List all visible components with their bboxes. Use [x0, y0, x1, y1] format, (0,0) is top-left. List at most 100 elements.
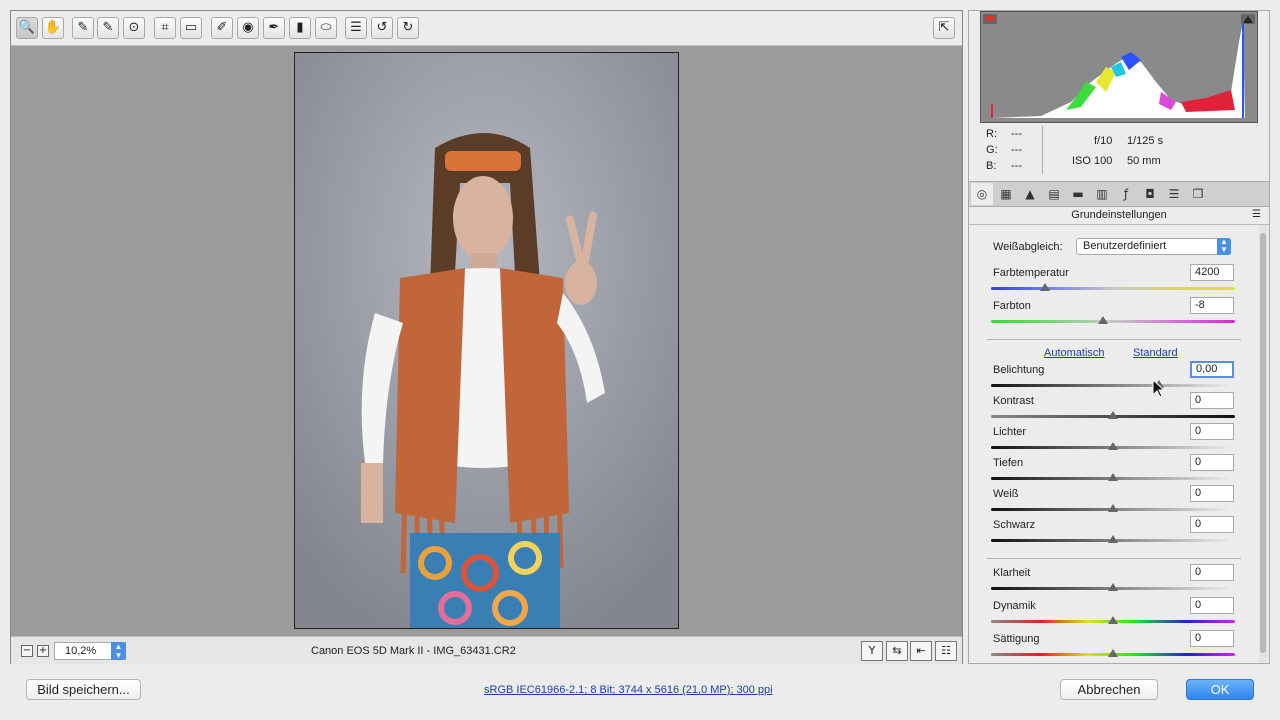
tab-camera-calibration[interactable]: ◘ — [1139, 183, 1161, 205]
zoom-out-button[interactable]: − — [21, 645, 33, 657]
belichtung-label: Belichtung — [993, 364, 1045, 376]
tab-basic[interactable]: ◎ — [971, 183, 993, 205]
copy-icon: ⇤ — [916, 644, 926, 657]
rotate-left-tool-icon: ↺ — [376, 20, 388, 35]
spot-removal-tool-button[interactable]: ✐ — [211, 17, 233, 39]
sliders-icon: ☷ — [941, 644, 951, 657]
lichter-value-field[interactable]: 0 — [1190, 423, 1234, 440]
color-sampler-tool-button[interactable]: ✎ — [97, 17, 119, 39]
wei--value-field[interactable]: 0 — [1190, 485, 1234, 502]
cancel-button[interactable]: Abbrechen — [1060, 679, 1158, 700]
plus-icon: + — [38, 645, 48, 656]
zoom-stepper[interactable]: ▲ ▼ — [111, 642, 126, 660]
dynamik-slider-thumb[interactable] — [1108, 616, 1118, 624]
red-eye-tool-button[interactable]: ◉ — [237, 17, 259, 39]
copy-settings-button[interactable]: ⇤ — [910, 641, 932, 661]
preview-canvas[interactable] — [11, 46, 962, 636]
snapshots-icon: ❐ — [1192, 187, 1204, 201]
tab-effects[interactable]: ƒ — [1115, 183, 1137, 205]
tiefen-label: Tiefen — [993, 457, 1024, 469]
photo-preview[interactable] — [294, 52, 679, 629]
shutter-speed: 1/125 s — [1127, 135, 1164, 147]
kontrast-slider-thumb[interactable] — [1108, 411, 1118, 419]
g-value: --- — [1011, 144, 1022, 156]
focal-length: 50 mm — [1127, 155, 1161, 167]
workflow-options-link[interactable]: sRGB IEC61966-2.1; 8 Bit; 3744 x 5616 (2… — [484, 684, 773, 696]
klarheit-value-field[interactable]: 0 — [1190, 564, 1234, 581]
standard-link[interactable]: Standard — [1133, 347, 1178, 359]
color-sampler-tool-icon: ✎ — [102, 20, 114, 35]
farbton-value-field[interactable]: -8 — [1190, 297, 1234, 314]
crop-tool-button[interactable]: ⌗ — [154, 17, 176, 39]
lichter-slider-thumb[interactable] — [1108, 442, 1118, 450]
adjustment-brush-tool-button[interactable]: ✒ — [263, 17, 285, 39]
auto-link[interactable]: Automatisch — [1044, 347, 1105, 359]
rotate-right-tool-icon: ↻ — [402, 20, 414, 35]
preview-preferences-button[interactable]: ☷ — [935, 641, 957, 661]
farbton-slider-thumb[interactable] — [1098, 316, 1109, 324]
schwarz-slider-thumb[interactable] — [1108, 535, 1118, 543]
dynamik-label: Dynamik — [993, 600, 1036, 612]
klarheit-slider-thumb[interactable] — [1108, 583, 1118, 591]
zoom-tool-icon: 🔍 — [18, 20, 36, 35]
tab-hsl[interactable]: ▤ — [1043, 183, 1065, 205]
farbtemperatur-value-field[interactable]: 4200 — [1190, 264, 1234, 281]
schwarz-value-field[interactable]: 0 — [1190, 516, 1234, 533]
tab-snapshots[interactable]: ❐ — [1187, 183, 1209, 205]
chevron-up-down-icon: ▲ ▼ — [114, 642, 123, 660]
hsl-icon: ▤ — [1048, 187, 1060, 201]
r-value: --- — [1011, 128, 1022, 140]
adjustment-brush-tool-icon: ✒ — [268, 20, 280, 35]
schwarz-label: Schwarz — [993, 519, 1036, 531]
swap-icon: ⇆ — [892, 644, 902, 657]
farbtemperatur-slider[interactable] — [991, 287, 1235, 290]
fullscreen-button[interactable]: ⇱ — [933, 17, 955, 39]
kontrast-value-field[interactable]: 0 — [1190, 392, 1234, 409]
save-image-button[interactable]: Bild speichern... — [26, 679, 141, 700]
s-ttigung-value-field[interactable]: 0 — [1190, 630, 1234, 647]
separator — [987, 339, 1241, 340]
separator — [987, 558, 1241, 559]
wei--slider-thumb[interactable] — [1108, 504, 1118, 512]
panel-scroll-thumb[interactable] — [1260, 233, 1266, 653]
dynamik-value-field[interactable]: 0 — [1190, 597, 1234, 614]
detail-icon: ▲ — [1025, 187, 1035, 201]
tab-split-toning[interactable]: ▬ — [1067, 183, 1089, 205]
preferences-tool-button[interactable]: ☰ — [345, 17, 367, 39]
tiefen-value-field[interactable]: 0 — [1190, 454, 1234, 471]
b-label: B: — [986, 160, 997, 172]
farbtemperatur-slider-thumb[interactable] — [1039, 283, 1050, 291]
tab-tone-curve[interactable]: ▦ — [995, 183, 1017, 205]
graduated-filter-tool-icon: ▮ — [296, 20, 304, 35]
histogram-graph — [981, 12, 1257, 122]
zoom-tool-button[interactable]: 🔍 — [16, 17, 38, 39]
zoom-in-button[interactable]: + — [37, 645, 49, 657]
hand-tool-button[interactable]: ✋ — [42, 17, 64, 39]
rotate-right-tool-button[interactable]: ↻ — [397, 17, 419, 39]
ok-button[interactable]: OK — [1186, 679, 1254, 700]
tiefen-slider-thumb[interactable] — [1108, 473, 1118, 481]
tab-lens[interactable]: ▥ — [1091, 183, 1113, 205]
rotate-left-tool-button[interactable]: ↺ — [371, 17, 393, 39]
crop-tool-icon: ⌗ — [161, 20, 169, 35]
straighten-tool-button[interactable]: ▭ — [180, 17, 202, 39]
fullscreen-icon: ⇱ — [938, 20, 950, 35]
tab-presets[interactable]: ☰ — [1163, 183, 1185, 205]
white-balance-select[interactable]: Benutzerdefiniert — [1076, 238, 1231, 255]
belichtung-slider[interactable] — [991, 384, 1235, 387]
graduated-filter-tool-button[interactable]: ▮ — [289, 17, 311, 39]
radial-filter-tool-button[interactable]: ⬭ — [315, 17, 337, 39]
b-value: --- — [1011, 160, 1022, 172]
farbton-slider[interactable] — [991, 320, 1235, 323]
white-balance-tool-button[interactable]: ✎ — [72, 17, 94, 39]
aperture-icon: ◎ — [976, 187, 988, 201]
view-toggle-button[interactable]: Y — [861, 641, 883, 661]
file-name: Canon EOS 5D Mark II - IMG_63431.CR2 — [311, 645, 516, 657]
tab-detail[interactable]: ▲ — [1019, 183, 1041, 205]
white-balance-stepper[interactable]: ▲ ▼ — [1217, 238, 1231, 255]
panel-menu-icon[interactable]: ☰ — [1252, 209, 1261, 220]
s-ttigung-slider-thumb[interactable] — [1108, 649, 1118, 657]
belichtung-value-field[interactable]: 0,00 — [1190, 361, 1234, 378]
swap-settings-button[interactable]: ⇆ — [886, 641, 908, 661]
targeted-adjustment-tool-button[interactable]: ⊙ — [123, 17, 145, 39]
